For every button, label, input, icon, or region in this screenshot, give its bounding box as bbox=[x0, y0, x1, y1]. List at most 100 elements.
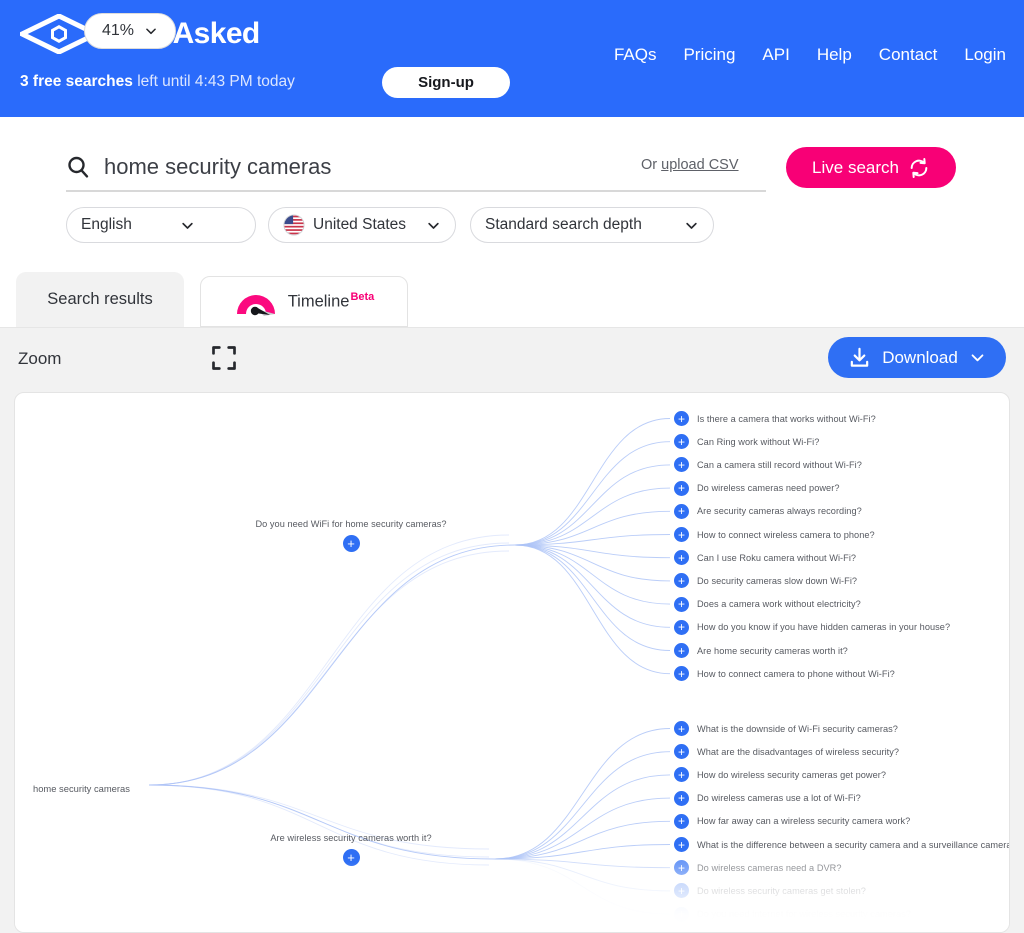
expand-button[interactable]: + bbox=[674, 767, 689, 783]
expand-button[interactable]: + bbox=[674, 744, 689, 760]
tree-leaf-node[interactable]: + Is there a camera that works without Wi… bbox=[674, 411, 876, 426]
expand-button[interactable]: + bbox=[674, 573, 689, 589]
expand-button[interactable]: + bbox=[674, 434, 689, 450]
search-depth-select[interactable]: Standard search depth bbox=[470, 207, 714, 243]
fullscreen-button[interactable] bbox=[210, 344, 238, 372]
tree-leaf-label: Are home security cameras worth it? bbox=[697, 645, 848, 656]
live-search-label: Live search bbox=[812, 157, 899, 177]
tree-leaf-node[interactable]: + How do you know if you have hidden came… bbox=[674, 619, 951, 635]
tree-branch-node-0[interactable]: Do you need WiFi for home security camer… bbox=[211, 519, 491, 553]
expand-button[interactable]: + bbox=[674, 666, 689, 682]
tree-branch-node-1[interactable]: Are wireless security cameras worth it? … bbox=[231, 833, 471, 867]
expand-button[interactable]: + bbox=[674, 457, 689, 473]
expand-button[interactable]: + bbox=[674, 813, 689, 829]
nav-item-contact[interactable]: Contact bbox=[879, 45, 938, 65]
signup-button[interactable]: Sign-up bbox=[382, 67, 510, 98]
tree-leaf-node[interactable]: + Do wireless cameras need power? bbox=[674, 480, 840, 496]
country-value: United States bbox=[313, 216, 407, 233]
zoom-label: Zoom bbox=[18, 349, 62, 368]
tree-leaf-node[interactable]: + Do you need internet for wireless secur… bbox=[674, 906, 911, 922]
expand-button[interactable]: + bbox=[674, 480, 689, 496]
tab-timeline-label: TimelineBeta bbox=[288, 291, 375, 312]
download-label: Download bbox=[882, 347, 958, 367]
tree-leaf-label: What is the difference between a securit… bbox=[697, 839, 1010, 850]
chevron-down-icon bbox=[146, 28, 156, 35]
tree-root-node[interactable]: home security cameras bbox=[33, 779, 130, 797]
gauge-icon bbox=[236, 294, 275, 316]
chevron-down-icon bbox=[686, 222, 697, 229]
chevron-down-icon bbox=[428, 222, 439, 229]
expand-button[interactable]: + bbox=[674, 503, 689, 519]
language-select[interactable]: English bbox=[66, 207, 256, 243]
tree-leaf-label: Does a camera work without electricity? bbox=[697, 599, 861, 610]
free-searches-rest: left until 4:43 PM today bbox=[132, 73, 295, 90]
tab-search-results-label: Search results bbox=[47, 290, 153, 308]
expand-button[interactable]: + bbox=[674, 619, 689, 635]
tree-leaf-node[interactable]: + Do wireless cameras need a DVR? bbox=[674, 860, 842, 876]
expand-button[interactable]: + bbox=[674, 906, 689, 922]
tree-leaf-node[interactable]: + What is the difference between a securi… bbox=[674, 837, 1010, 852]
tree-leaf-label: Do wireless security cameras get stolen? bbox=[697, 885, 866, 896]
expand-button[interactable]: + bbox=[674, 411, 689, 426]
expand-button[interactable]: + bbox=[342, 849, 360, 866]
download-button[interactable]: Download bbox=[828, 337, 1006, 378]
tree-leaf-label: Can Ring work without Wi-Fi? bbox=[697, 436, 820, 447]
tree-leaf-node[interactable]: + How to connect camera to phone without … bbox=[674, 666, 895, 682]
nav-item-login[interactable]: Login bbox=[964, 45, 1006, 65]
tree-leaf-node[interactable]: + What are the disadvantages of wireless … bbox=[674, 744, 900, 760]
tree-branch-label: Do you need WiFi for home security camer… bbox=[255, 519, 447, 529]
nav-item-faqs[interactable]: FAQs bbox=[614, 45, 657, 65]
nav-item-pricing[interactable]: Pricing bbox=[683, 45, 735, 65]
tab-timeline[interactable]: TimelineBeta bbox=[200, 276, 408, 327]
expand-button[interactable]: + bbox=[674, 643, 689, 658]
refresh-icon bbox=[910, 157, 928, 178]
search-input[interactable] bbox=[104, 154, 574, 180]
nav-item-help[interactable]: Help bbox=[817, 45, 852, 65]
expand-button[interactable]: + bbox=[674, 860, 689, 876]
tab-bar: Search results TimelineBeta bbox=[0, 265, 1024, 327]
zoom-value: 41% bbox=[101, 22, 135, 39]
tree-leaf-node[interactable]: + Do security cameras slow down Wi-Fi? bbox=[674, 573, 857, 589]
tree-leaf-node[interactable]: + Are home security cameras worth it? bbox=[674, 643, 848, 658]
tree-leaf-node[interactable]: + What is the downside of Wi-Fi security … bbox=[674, 721, 898, 736]
upload-csv-link[interactable]: upload CSV bbox=[661, 157, 738, 173]
free-searches-notice: 3 free searches left until 4:43 PM today bbox=[20, 70, 295, 94]
search-icon bbox=[68, 156, 89, 178]
country-select[interactable]: United States bbox=[268, 207, 456, 243]
expand-button[interactable]: + bbox=[674, 883, 689, 899]
tree-leaf-node[interactable]: + How do wireless security cameras get po… bbox=[674, 767, 887, 783]
expand-button[interactable]: + bbox=[674, 550, 689, 566]
expand-button[interactable]: + bbox=[674, 527, 689, 542]
tree-leaf-label: Are security cameras always recording? bbox=[697, 506, 862, 517]
expand-button[interactable]: + bbox=[674, 790, 689, 806]
live-search-button[interactable]: Live search bbox=[786, 147, 956, 188]
tree-leaf-label: How to connect wireless camera to phone? bbox=[697, 529, 875, 540]
tree-leaf-node[interactable]: + How to connect wireless camera to phone… bbox=[674, 527, 875, 542]
chevron-down-icon bbox=[182, 222, 193, 229]
tree-leaf-label: What are the disadvantages of wireless s… bbox=[697, 746, 900, 757]
tree-leaf-node[interactable]: + Can a camera still record without Wi-Fi… bbox=[674, 457, 862, 473]
tree-leaf-node[interactable]: + Are security cameras always recording? bbox=[674, 503, 862, 519]
tree-leaf-label: How to connect camera to phone without W… bbox=[697, 668, 895, 679]
expand-button[interactable]: + bbox=[342, 535, 360, 552]
tree-leaf-node[interactable]: + Do wireless cameras use a lot of Wi-Fi? bbox=[674, 790, 861, 806]
tree-leaf-label: How do wireless security cameras get pow… bbox=[697, 769, 887, 780]
tree-leaf-node[interactable]: + Does a camera work without electricity? bbox=[674, 596, 861, 612]
tree-leaf-node[interactable]: + Do wireless security cameras get stolen… bbox=[674, 883, 866, 899]
tree-leaf-label: How do you know if you have hidden camer… bbox=[697, 622, 951, 633]
expand-button[interactable]: + bbox=[674, 837, 689, 852]
expand-button[interactable]: + bbox=[674, 596, 689, 612]
tree-leaf-label: Do wireless cameras need a DVR? bbox=[697, 862, 842, 873]
expand-button[interactable]: + bbox=[674, 721, 689, 736]
tab-search-results[interactable]: Search results bbox=[16, 272, 184, 327]
tree-canvas[interactable]: home security cameras Do you need WiFi f… bbox=[14, 392, 1010, 933]
free-searches-count: 3 free searches bbox=[20, 73, 133, 90]
tree-leaf-node[interactable]: + How far away can a wireless security ca… bbox=[674, 813, 910, 829]
tree-leaf-node[interactable]: + Can Ring work without Wi-Fi? bbox=[674, 434, 820, 450]
or-text: Or bbox=[641, 157, 662, 173]
nav-item-api[interactable]: API bbox=[762, 45, 789, 65]
fullscreen-icon bbox=[212, 346, 236, 370]
tree-leaf-node[interactable]: + Can I use Roku camera without Wi-Fi? bbox=[674, 550, 856, 566]
zoom-select[interactable]: 41% bbox=[84, 13, 176, 49]
tab-timeline-badge: Beta bbox=[350, 291, 375, 304]
